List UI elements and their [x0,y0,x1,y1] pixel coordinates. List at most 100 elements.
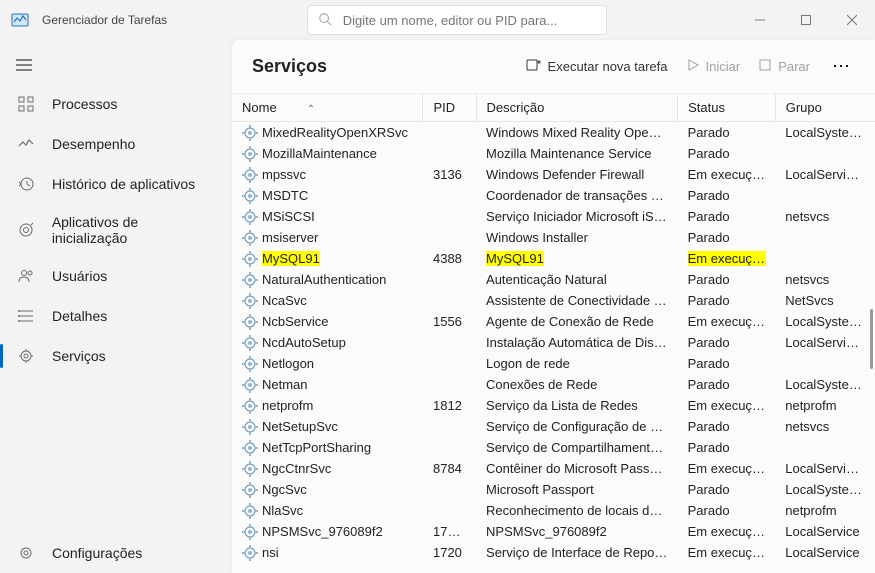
service-pid [423,479,476,500]
table-row[interactable]: MySQL914388MySQL91Em execução [232,248,875,269]
service-status: Parado [678,374,776,395]
table-row[interactable]: NcdAutoSetup Instalação Automática de Dis… [232,332,875,353]
sidebar-item-usuarios[interactable]: Usuários [0,256,232,296]
table-row[interactable]: NetTcpPortSharingServiço de Compartilham… [232,437,875,458]
sidebar-item-servicos[interactable]: Serviços [0,336,232,376]
service-name: NcdAutoSetup [262,335,346,350]
stop-icon [758,58,772,75]
table-row[interactable]: netprofm1812Serviço da Lista de RedesEm … [232,395,875,416]
table-row[interactable]: MSiSCSIServiço Iniciador Microsoft iS…Pa… [232,206,875,227]
titlebar: Gerenciador de Tarefas [0,0,875,40]
column-header-nome[interactable]: Nome⌃ [232,94,423,122]
service-gear-icon [242,125,258,141]
sidebar-item-configuracoes[interactable]: Configurações [0,533,232,573]
service-gear-icon [242,356,258,372]
table-row[interactable]: NgcSvcMicrosoft PassportParadoLocalSyste… [232,479,875,500]
grid-icon [16,94,36,114]
service-desc: Agente de Conexão de Rede [476,311,678,332]
search-input[interactable] [343,13,596,28]
column-header-status[interactable]: Status [678,94,776,122]
service-status: Parado [678,185,776,206]
service-name: MSiSCSI [262,209,315,224]
service-pid: 1556 [423,311,476,332]
start-label: Iniciar [706,59,741,74]
table-row[interactable]: NPSMSvc_976089f217800NPSMSvc_976089f2Em … [232,521,875,542]
close-button[interactable] [829,4,875,36]
scrollbar-thumb[interactable] [870,309,873,369]
service-desc: Serviço de Configuração de … [476,416,678,437]
more-button[interactable]: ⋯ [828,56,855,77]
settings-gear-icon [16,543,36,563]
service-gear-icon [242,440,258,456]
service-desc: Conexões de Rede [476,374,678,395]
service-name: Netlogon [262,356,314,371]
table-row[interactable]: MixedRealityOpenXRSvcWindows Mixed Reali… [232,122,875,144]
maximize-button[interactable] [783,4,829,36]
service-desc: Contêiner do Microsoft Pass… [476,458,678,479]
sidebar-item-historico[interactable]: Histórico de aplicativos [0,164,232,204]
service-pid [423,206,476,227]
service-name: NgcCtnrSvc [262,461,331,476]
service-pid: 1812 [423,395,476,416]
table-row[interactable]: NcaSvcAssistente de Conectividade …Parad… [232,290,875,311]
service-status: Em execução [678,311,776,332]
table-row[interactable]: NetlogonLogon de redeParado [232,353,875,374]
service-gear-icon [242,545,258,561]
run-new-task-button[interactable]: Executar nova tarefa [526,57,668,76]
sidebar-item-processos[interactable]: Processos [0,84,232,124]
minimize-button[interactable] [737,4,783,36]
service-group: LocalService… [775,164,875,185]
table-row[interactable]: NetmanConexões de RedeParadoLocalSystem… [232,374,875,395]
run-task-icon [526,57,542,76]
users-icon [16,266,36,286]
table-row[interactable]: NaturalAuthenticationAutenticação Natura… [232,269,875,290]
service-gear-icon [242,335,258,351]
scrollbar-track[interactable] [867,94,875,573]
service-group: LocalSystem… [775,122,875,144]
service-gear-icon [242,209,258,225]
service-desc: Windows Defender Firewall [476,164,678,185]
start-button[interactable]: Iniciar [686,58,741,75]
column-header-pid[interactable]: PID [423,94,476,122]
sidebar-item-label: Configurações [52,545,142,561]
table-row[interactable]: MozillaMaintenanceMozilla Maintenance Se… [232,143,875,164]
service-gear-icon [242,482,258,498]
stop-button[interactable]: Parar [758,58,810,75]
list-icon [16,306,36,326]
service-gear-icon [242,314,258,330]
service-status: Em execução [678,458,776,479]
table-row[interactable]: MSDTCCoordenador de transações …Parado [232,185,875,206]
search-box[interactable] [307,5,607,35]
service-pid [423,185,476,206]
service-group: LocalService [775,542,875,563]
service-gear-icon [242,419,258,435]
service-pid [423,353,476,374]
service-pid [423,227,476,248]
table-row[interactable]: mpssvc3136Windows Defender FirewallEm ex… [232,164,875,185]
table-row[interactable]: nsi1720Serviço de Interface de Repo…Em e… [232,542,875,563]
service-name: NPSMSvc_976089f2 [262,524,383,539]
table-row[interactable]: msiserverWindows InstallerParado [232,227,875,248]
service-status: Parado [678,206,776,227]
column-header-grupo[interactable]: Grupo [775,94,875,122]
sidebar-item-inicializacao[interactable]: Aplicativos de inicialização [0,204,232,256]
column-header-descricao[interactable]: Descrição [476,94,678,122]
sidebar-item-desempenho[interactable]: Desempenho [0,124,232,164]
service-name: NaturalAuthentication [262,272,386,287]
sidebar-item-detalhes[interactable]: Detalhes [0,296,232,336]
table-row[interactable]: NcbService1556Agente de Conexão de RedeE… [232,311,875,332]
service-gear-icon [242,524,258,540]
service-name: nsi [262,545,279,560]
table-row[interactable]: NlaSvcReconhecimento de locais de…Parado… [232,500,875,521]
service-desc: Serviço de Interface de Repo… [476,542,678,563]
table-row[interactable]: NetSetupSvcServiço de Configuração de …P… [232,416,875,437]
services-table-wrap[interactable]: Nome⌃ PID Descrição Status Grupo MixedRe… [232,94,875,573]
table-row[interactable]: NgcCtnrSvc8784Contêiner do Microsoft Pas… [232,458,875,479]
service-status: Parado [678,269,776,290]
service-name: NetTcpPortSharing [262,440,371,455]
service-desc: Instalação Automática de Dis… [476,332,678,353]
hamburger-button[interactable] [0,50,232,84]
service-name: MySQL91 [262,251,320,266]
services-table: Nome⌃ PID Descrição Status Grupo MixedRe… [232,94,875,563]
service-desc: Assistente de Conectividade … [476,290,678,311]
